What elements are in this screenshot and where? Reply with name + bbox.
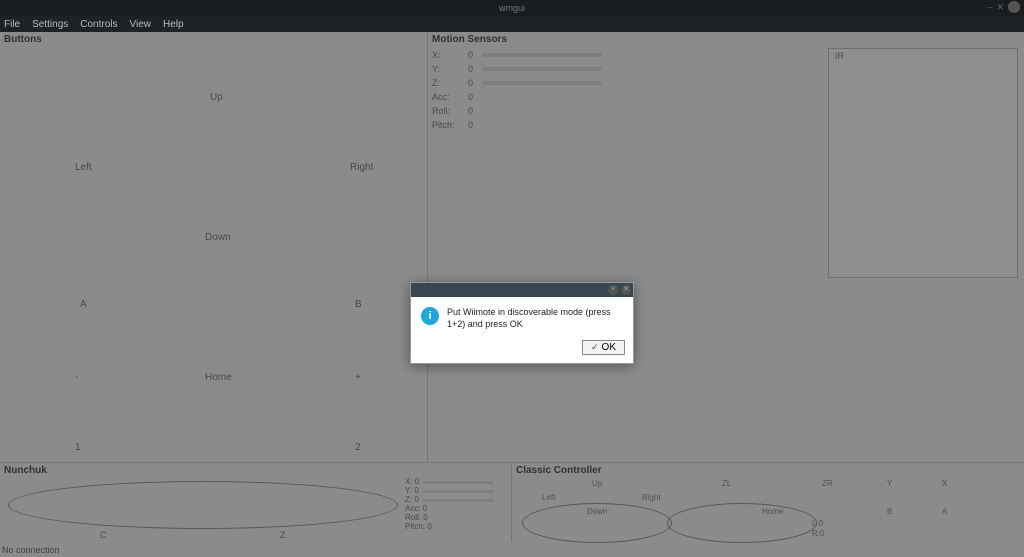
ok-label: OK (602, 342, 616, 353)
menu-file[interactable]: File (4, 19, 20, 30)
menu-controls[interactable]: Controls (80, 19, 117, 30)
ok-button[interactable]: ✓ OK (582, 340, 625, 355)
menu-view[interactable]: View (130, 19, 152, 30)
desktop-topbar: wmgui – ✕ (0, 0, 1024, 16)
app-area: Buttons Up Left Right Down A B - Home + … (0, 32, 1024, 557)
dialog-titlebar: ˅ ✕ (411, 283, 633, 297)
avatar[interactable] (1008, 1, 1020, 13)
dialog-close-icon[interactable]: ✕ (621, 285, 631, 295)
close-icon[interactable]: ✕ (996, 2, 1004, 13)
dialog-message: Put Wiimote in discoverable mode (press … (447, 307, 623, 330)
info-dialog: ˅ ✕ i Put Wiimote in discoverable mode (… (410, 282, 634, 364)
menu-settings[interactable]: Settings (32, 19, 68, 30)
menu-help[interactable]: Help (163, 19, 184, 30)
dialog-rolldown-icon[interactable]: ˅ (608, 285, 618, 295)
check-icon: ✓ (591, 342, 599, 353)
info-icon: i (421, 307, 439, 325)
menubar: File Settings Controls View Help (0, 16, 1024, 32)
window-title: wmgui (499, 3, 525, 13)
minimize-icon[interactable]: – (987, 2, 992, 12)
